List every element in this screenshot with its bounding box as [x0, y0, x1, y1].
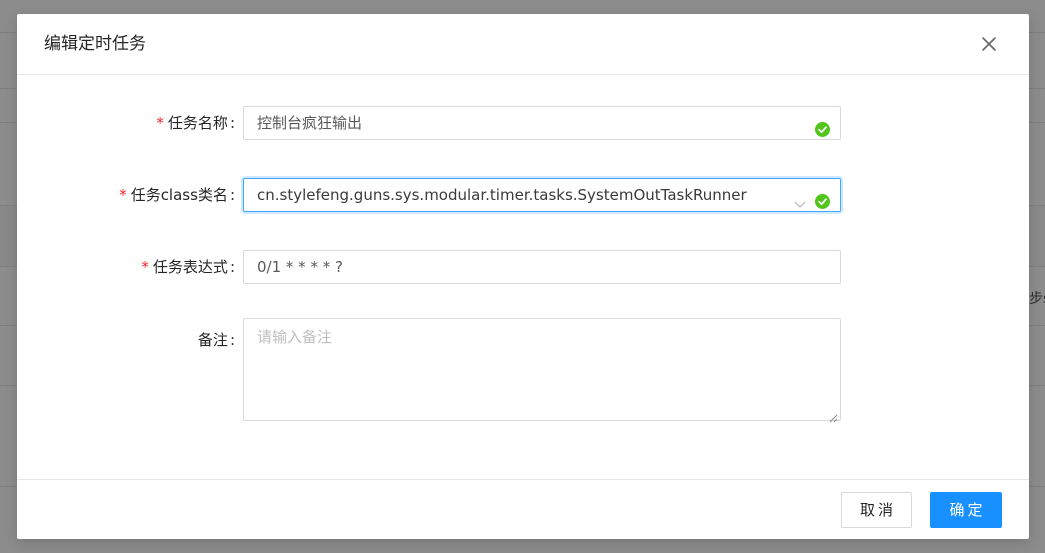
required-mark: * — [141, 258, 149, 276]
required-mark: * — [119, 186, 127, 204]
form-row-cron: * 任务表达式: 0/1 * * * * ? — [17, 250, 1029, 284]
success-check-icon — [815, 116, 830, 137]
form-row-task-class: * 任务class类名: cn.stylefeng.guns.sys.modula… — [17, 178, 1029, 212]
remark-placeholder: 请输入备注 — [257, 328, 333, 346]
remark-textarea[interactable]: 请输入备注 — [243, 318, 841, 423]
chevron-down-icon[interactable] — [794, 189, 806, 208]
task-name-input[interactable]: 控制台疯狂输出 — [243, 106, 841, 140]
dialog-title: 编辑定时任务 — [44, 34, 146, 54]
dialog-footer: 取消 确定 — [17, 479, 1029, 540]
task-class-select[interactable]: cn.stylefeng.guns.sys.modular.timer.task… — [243, 178, 841, 212]
resize-handle-icon[interactable] — [828, 408, 838, 423]
required-mark: * — [156, 114, 164, 132]
cancel-button[interactable]: 取消 — [841, 492, 912, 528]
task-class-value: cn.stylefeng.guns.sys.modular.timer.task… — [257, 186, 747, 204]
close-icon[interactable] — [979, 34, 999, 54]
dialog-header: 编辑定时任务 — [17, 14, 1029, 75]
success-check-icon — [815, 188, 830, 209]
cron-label: * 任务表达式: — [141, 258, 235, 276]
form-row-task-name: * 任务名称: 控制台疯狂输出 — [17, 106, 1029, 140]
form-row-remark: 备注: 请输入备注 — [17, 318, 1029, 423]
edit-timer-task-dialog: 编辑定时任务 * 任务名称: 控制台疯狂输出 * 任务class类名: cn.sty… — [17, 14, 1029, 539]
remark-label: 备注: — [197, 331, 235, 349]
cron-expression-value: 0/1 * * * * ? — [257, 258, 343, 276]
confirm-button[interactable]: 确定 — [930, 492, 1002, 528]
task-class-label: * 任务class类名: — [119, 186, 235, 204]
cron-expression-input[interactable]: 0/1 * * * * ? — [243, 250, 841, 284]
task-name-value: 控制台疯狂输出 — [257, 114, 363, 132]
task-name-label: * 任务名称: — [156, 114, 235, 132]
